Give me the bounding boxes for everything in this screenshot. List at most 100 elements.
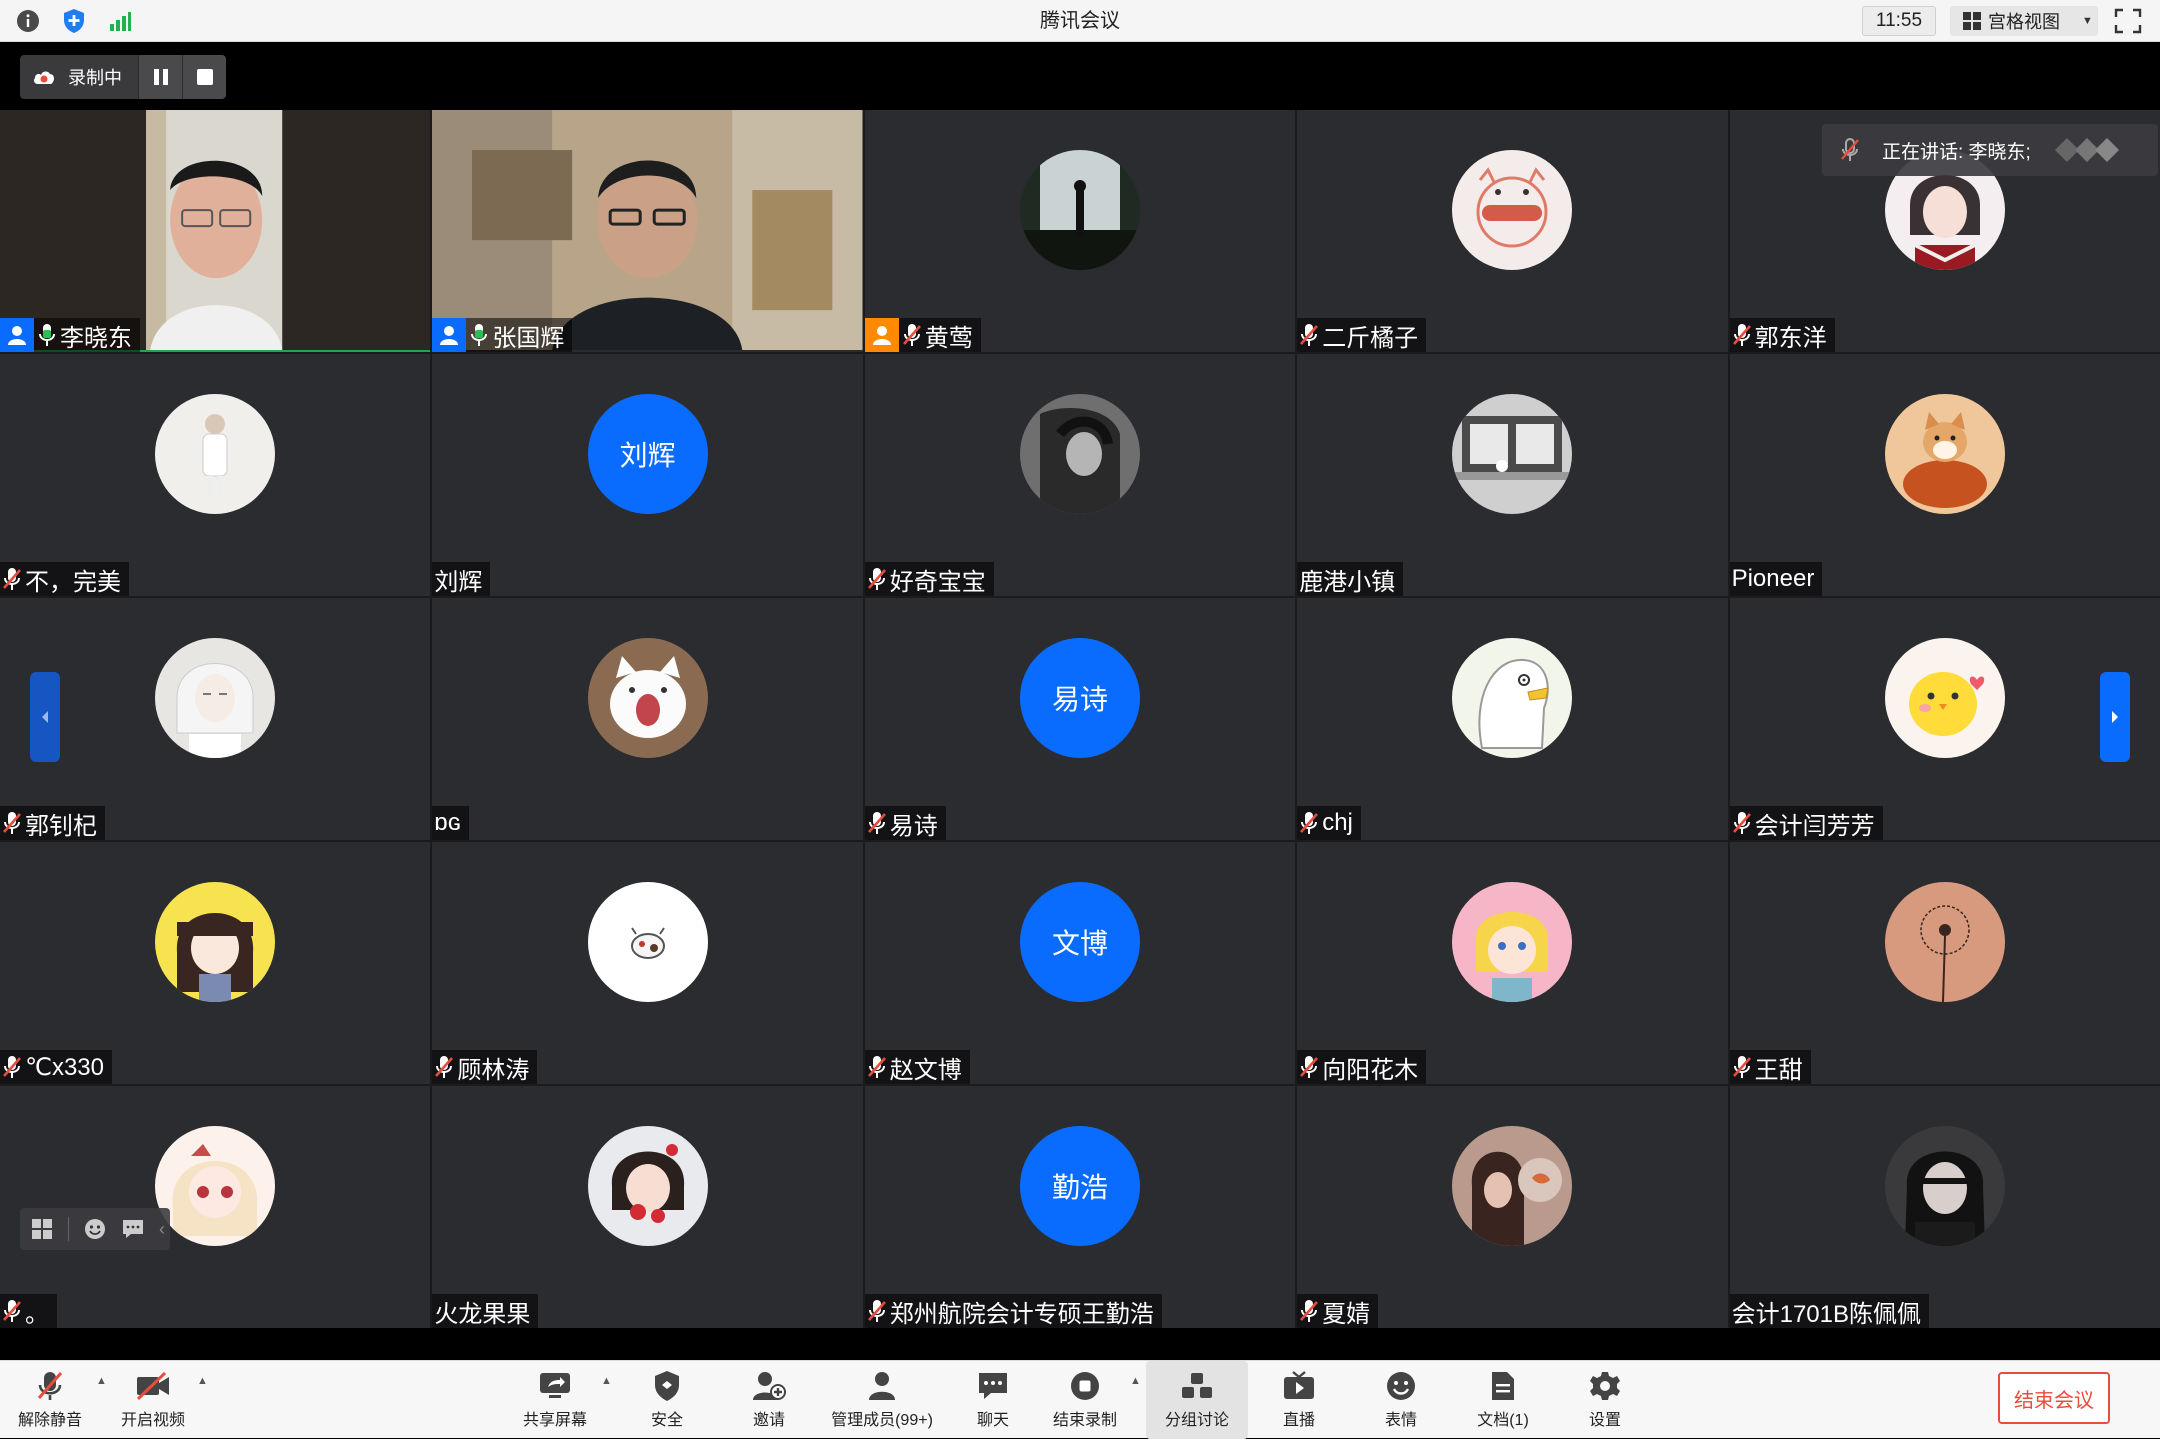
avatar (1452, 150, 1573, 270)
avatar-initials: 易诗 (1051, 684, 1108, 715)
nameplate: 郑州航院会计专硕王勤浩 (864, 1294, 1162, 1328)
participant-tile[interactable]: 会计闫芳芳 (1729, 598, 2160, 840)
avatar (587, 1126, 708, 1246)
participant-tile[interactable]: 会计1701B陈佩佩 (1729, 1086, 2160, 1328)
participant-name: 王甜 (1754, 1056, 1803, 1084)
share-options-chevron-icon[interactable]: ▲ (601, 1375, 612, 1387)
participant-tile[interactable]: 郭钊杞 (0, 598, 431, 840)
breakout-rooms-button[interactable]: 分组讨论 (1146, 1361, 1248, 1439)
nameplate: 会计闫芳芳 (1729, 806, 1883, 840)
nameplate: ℃x330 (0, 1050, 112, 1084)
reactions-button[interactable]: 表情 (1364, 1361, 1438, 1439)
muted-mic-icon (1732, 810, 1752, 836)
signal-strength-icon[interactable] (106, 7, 134, 35)
muted-mic-icon (37, 1372, 63, 1400)
participant-tile[interactable]: 刘辉 刘辉 (432, 354, 863, 596)
audio-options-chevron-icon[interactable]: ▲ (96, 1375, 107, 1387)
participant-tile[interactable]: ℃x330 (0, 842, 431, 1084)
window-title: 腾讯会议 (1040, 10, 1120, 32)
view-mode-dropdown[interactable]: 宫格视图 ▼ (1950, 6, 2098, 36)
start-video-button[interactable]: 开启视频 (116, 1361, 190, 1439)
document-icon (1492, 1372, 1514, 1400)
live-stream-button[interactable]: 直播 (1262, 1361, 1336, 1439)
nameplate: 鹿港小镇 (1297, 562, 1404, 596)
avatar-initials: 勤浩 (1051, 1172, 1108, 1203)
nameplate: 张国辉 (432, 318, 573, 352)
shield-icon[interactable] (60, 7, 88, 35)
participant-tile[interactable]: 好奇宝宝 (864, 354, 1296, 596)
breakout-rooms-icon (1182, 1373, 1212, 1398)
info-icon[interactable] (14, 7, 42, 35)
participant-tile[interactable]: 王甜 (1729, 842, 2160, 1084)
nameplate: 李晓东 (0, 318, 140, 352)
video-off-icon (136, 1372, 169, 1400)
next-page-button[interactable] (2100, 672, 2130, 762)
participant-name: chj (1322, 809, 1353, 836)
muted-mic-icon (1841, 138, 1859, 161)
avatar (1452, 394, 1573, 514)
invite-button[interactable]: 邀请 (732, 1361, 806, 1439)
participant-name: 向阳花木 (1322, 1056, 1419, 1084)
record-options-chevron-icon[interactable]: ▲ (1130, 1375, 1141, 1387)
layout-icon[interactable] (30, 1217, 54, 1241)
avatar: 文博 (1019, 882, 1140, 1002)
participant-tile[interactable]: 鹿港小镇 (1297, 354, 1728, 596)
participant-tile[interactable]: 文博 赵文博 (864, 842, 1296, 1084)
participant-tile[interactable]: 勤浩郑州航院会计专硕王勤浩 (864, 1086, 1296, 1328)
security-button[interactable]: 安全 (630, 1361, 704, 1439)
nameplate: ɒɢ (432, 806, 470, 840)
participant-tile[interactable]: 二斤橘子 (1297, 110, 1728, 352)
participant-name: 易诗 (889, 812, 938, 840)
unmute-button[interactable]: 解除静音 (12, 1361, 88, 1439)
participant-name: 不，完美 (25, 568, 121, 596)
participant-tile[interactable]: chj (1297, 598, 1728, 840)
start-video-label: 开启视频 (120, 1412, 185, 1429)
active-speaker-indicator: 正在讲话: 李晓东; (1822, 124, 2158, 176)
collapse-icon[interactable]: ‹ (159, 1219, 165, 1240)
participant-tile[interactable]: 向阳花木 (1297, 842, 1728, 1084)
stop-icon (196, 69, 213, 85)
participant-tile[interactable]: 顾林涛 (432, 842, 863, 1084)
participant-tile[interactable]: 黄莺 (864, 110, 1296, 352)
settings-button[interactable]: 设置 (1568, 1361, 1642, 1439)
emoji-icon[interactable] (83, 1217, 107, 1241)
participant-tile[interactable]: 张国辉 (432, 110, 863, 352)
fullscreen-icon[interactable] (2114, 8, 2142, 34)
participant-tile[interactable]: 夏婧 (1297, 1086, 1728, 1328)
cloud-record-icon (34, 71, 54, 84)
participant-name: 会计1701B陈佩佩 (1731, 1300, 1921, 1328)
cohost-badge-icon (864, 318, 899, 352)
chat-icon[interactable] (121, 1217, 145, 1241)
share-screen-button[interactable]: 共享屏幕 (518, 1361, 592, 1439)
avatar (1884, 394, 2005, 514)
participant-tile[interactable]: 。 (0, 1086, 431, 1328)
participant-tile[interactable]: 李晓东 (0, 110, 431, 352)
avatar-initials: 文博 (1051, 928, 1108, 959)
video-options-chevron-icon[interactable]: ▲ (197, 1375, 208, 1387)
end-meeting-button[interactable]: 结束会议 (1998, 1372, 2110, 1424)
participant-name: 刘辉 (434, 568, 483, 596)
previous-page-button[interactable] (30, 672, 60, 762)
participant-tile[interactable]: ɒɢ (432, 598, 863, 840)
stop-recording-button[interactable] (182, 55, 226, 99)
chat-button[interactable]: 聊天 (956, 1361, 1030, 1439)
participant-tile[interactable]: 易诗 易诗 (864, 598, 1296, 840)
participant-name: 黄莺 (924, 324, 973, 352)
avatar (1884, 882, 2005, 1002)
end-recording-button[interactable]: 结束录制 (1048, 1361, 1122, 1439)
participant-tile[interactable]: 火龙果果 (432, 1086, 863, 1328)
security-shield-icon (655, 1371, 679, 1401)
nameplate: 向阳花木 (1297, 1050, 1427, 1084)
manage-members-button[interactable]: 管理成员(99+) (820, 1361, 944, 1439)
documents-button[interactable]: 文档(1) (1466, 1361, 1540, 1439)
pause-recording-button[interactable] (138, 55, 182, 99)
muted-mic-icon (1299, 1054, 1319, 1080)
title-bar: 腾讯会议 11:55 宫格视图 ▼ (0, 0, 2160, 42)
manage-members-label: 管理成员(99+) (831, 1412, 933, 1429)
participant-tile[interactable]: Pioneer (1729, 354, 2160, 596)
muted-mic-icon (2, 1054, 22, 1080)
nameplate: 会计1701B陈佩佩 (1729, 1294, 1929, 1328)
nameplate: 好奇宝宝 (864, 562, 994, 596)
avatar: 易诗 (1019, 638, 1140, 758)
participant-tile[interactable]: 不，完美 (0, 354, 431, 596)
